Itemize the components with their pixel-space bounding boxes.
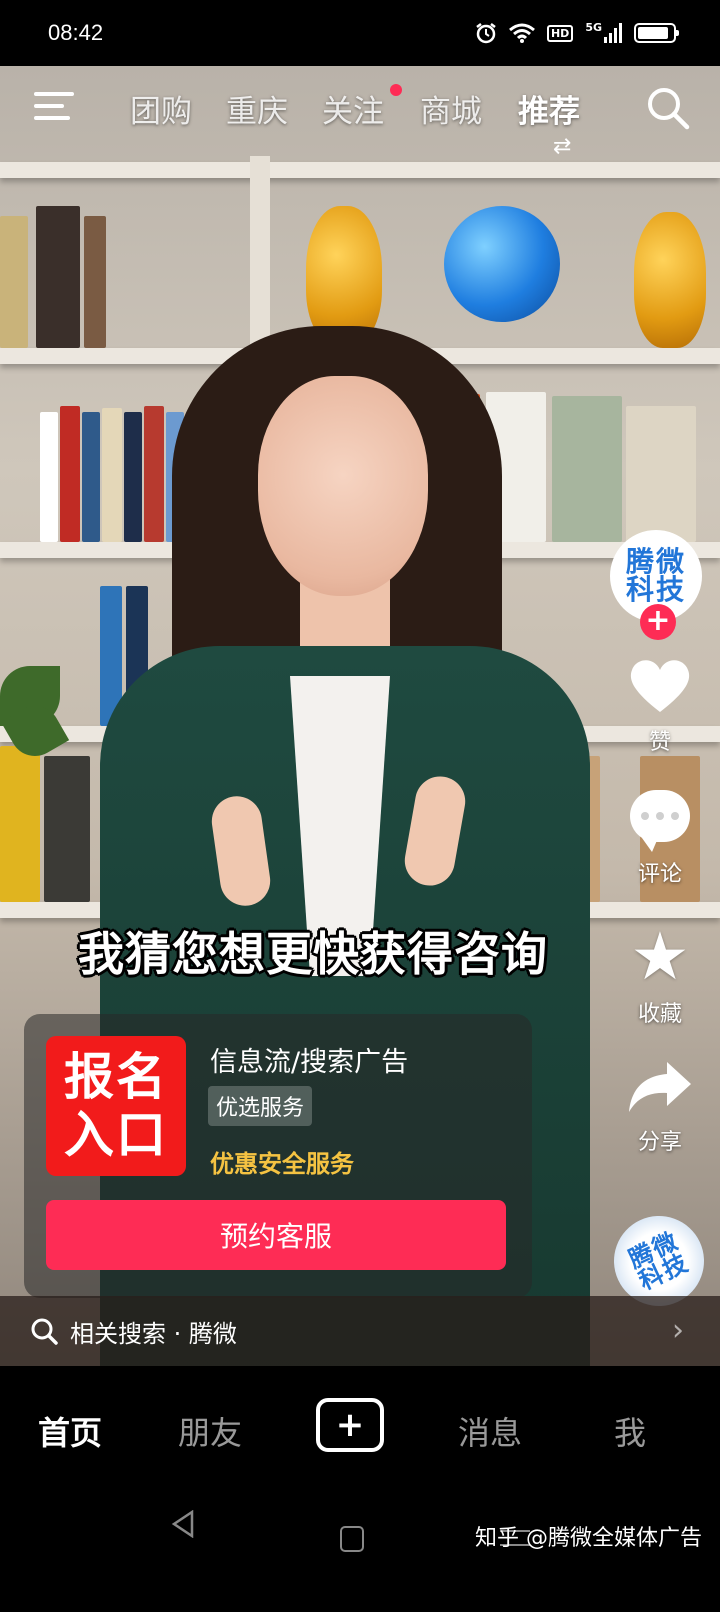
swap-icon[interactable]: ⇄ [553, 134, 571, 159]
book-service-button[interactable]: 预约客服 [46, 1200, 506, 1270]
comment-button[interactable]: 评论 [610, 790, 710, 888]
following-notification-dot [390, 84, 402, 96]
top-nav: 团购 重庆 关注 商城 推荐 [0, 66, 720, 148]
back-icon[interactable] [170, 1510, 196, 1538]
avatar-text: 腾微科技 [625, 545, 686, 606]
ad-subtitle: 优惠安全服务 [210, 1150, 354, 1178]
share-label: 分享 [637, 1130, 682, 1155]
tab-chongqing[interactable]: 重庆 [226, 86, 288, 131]
watermark: 知乎 @腾微全媒体广告 [475, 1526, 702, 1551]
search-icon[interactable] [646, 86, 690, 130]
bottom-tab-bar: 首页 朋友 + 消息 我 [0, 1366, 720, 1490]
tab-group-buy[interactable]: 团购 [130, 86, 192, 131]
hd-icon: HD [546, 24, 574, 42]
tab-following[interactable]: 关注 [322, 86, 384, 131]
tab-me[interactable]: 我 [614, 1408, 646, 1454]
create-button[interactable]: + [316, 1398, 384, 1452]
like-label: 赞 [648, 730, 671, 755]
related-search-bar[interactable]: 相关搜索 · 腾微 › [0, 1296, 720, 1366]
star-icon: ★ [630, 918, 690, 995]
ad-logo-line2: 入口 [64, 1106, 168, 1164]
follow-button[interactable]: + [640, 604, 676, 640]
search-icon [31, 1318, 58, 1345]
chevron-right-icon: › [672, 1313, 684, 1348]
ad-logo[interactable]: 报名 入口 [46, 1036, 186, 1176]
ad-title[interactable]: 信息流/搜索广告 [210, 1040, 408, 1079]
battery-icon [634, 23, 679, 43]
ad-tag: 优选服务 [208, 1086, 313, 1126]
status-bar: 08:42 HD 5G [0, 0, 720, 66]
wifi-icon [509, 23, 535, 43]
system-nav-bar: 知乎 @腾微全媒体广告 [0, 1490, 720, 1612]
ad-logo-line1: 报名 [64, 1048, 168, 1106]
tab-friends[interactable]: 朋友 [178, 1408, 242, 1454]
like-button[interactable]: 赞 [610, 656, 710, 756]
status-icons: HD 5G [475, 21, 679, 44]
network-label: 5G [585, 21, 602, 34]
tab-home[interactable]: 首页 [38, 1408, 102, 1454]
tab-messages[interactable]: 消息 [458, 1408, 522, 1454]
comment-label: 评论 [637, 862, 682, 887]
menu-icon[interactable] [34, 88, 74, 124]
tab-recommended[interactable]: 推荐 [518, 86, 580, 131]
home-icon[interactable] [340, 1526, 364, 1552]
share-arrow-icon [629, 1062, 691, 1112]
alarm-icon [476, 23, 496, 44]
related-search-text: 相关搜索 · 腾微 [70, 1319, 237, 1348]
share-button[interactable]: 分享 [610, 1060, 710, 1156]
heart-icon [630, 660, 690, 712]
comment-icon [630, 790, 690, 852]
5g-signal-icon: 5G [585, 21, 622, 43]
tab-mall[interactable]: 商城 [420, 86, 482, 131]
favorite-button[interactable]: ★ 收藏 [610, 924, 710, 1028]
video-caption: 我猜您想更快获得咨询 [78, 927, 548, 981]
status-time: 08:42 [48, 20, 104, 45]
music-disc-text: 腾微科技 [624, 1226, 694, 1296]
favorite-label: 收藏 [637, 1002, 682, 1027]
